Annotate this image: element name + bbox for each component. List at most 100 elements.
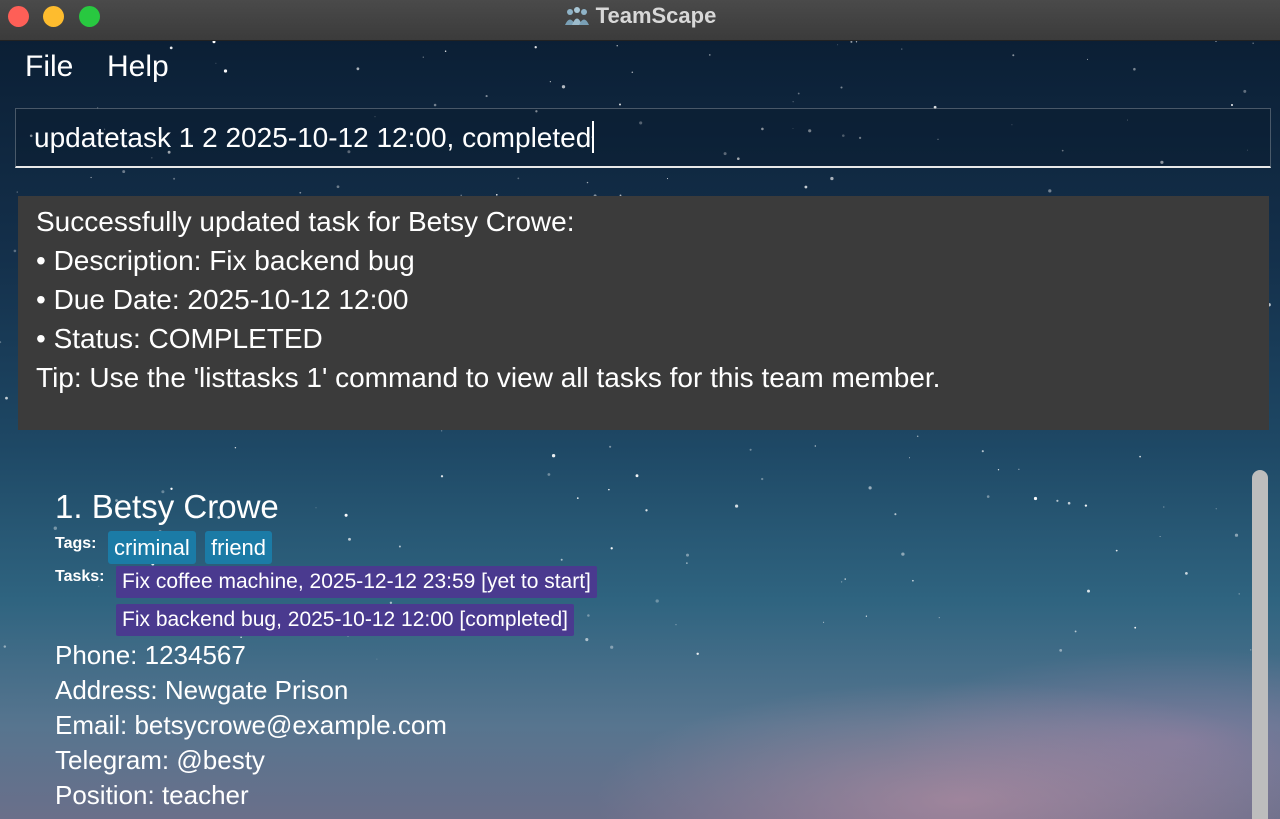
star xyxy=(315,507,317,509)
star xyxy=(1238,593,1240,595)
star xyxy=(344,513,348,517)
person-telegram: Telegram: @besty xyxy=(55,745,265,775)
star xyxy=(534,46,537,49)
star xyxy=(1074,630,1077,633)
star xyxy=(1185,572,1188,575)
star xyxy=(610,645,614,649)
star xyxy=(122,170,126,174)
menu-help[interactable]: Help xyxy=(107,50,169,84)
star xyxy=(422,56,424,58)
star xyxy=(1234,533,1239,537)
star xyxy=(53,526,57,530)
star xyxy=(586,181,589,184)
star xyxy=(1159,536,1161,537)
star xyxy=(169,46,173,50)
star xyxy=(909,457,910,459)
star xyxy=(631,71,634,74)
command-input[interactable]: updatetask 1 2 2025-10-12 12:00, complet… xyxy=(15,108,1271,168)
star xyxy=(441,430,443,432)
list-scrollbar[interactable] xyxy=(1252,470,1268,819)
star xyxy=(1059,649,1063,652)
star xyxy=(645,509,648,512)
star xyxy=(1243,89,1247,93)
tasks-label: Tasks: xyxy=(55,568,105,585)
star xyxy=(635,474,639,478)
star xyxy=(561,85,566,89)
person-name: 1. Betsy Crowe xyxy=(55,488,279,525)
star xyxy=(837,44,839,46)
result-line: • Due Date: 2025-10-12 12:00 xyxy=(36,284,409,315)
star xyxy=(356,67,360,71)
star xyxy=(1115,549,1118,552)
star xyxy=(1215,508,1217,510)
star xyxy=(376,658,378,660)
command-text-wrapper: updatetask 1 2 2025-10-12 12:00, complet… xyxy=(34,121,595,154)
star xyxy=(215,62,217,64)
star xyxy=(1033,496,1038,501)
star xyxy=(686,553,689,557)
star xyxy=(804,185,808,189)
star xyxy=(655,599,659,603)
star xyxy=(1067,501,1071,505)
result-line: • Description: Fix backend bug xyxy=(36,245,415,276)
result-display[interactable]: Successfully updated task for Betsy Crow… xyxy=(18,196,1269,430)
star xyxy=(761,477,764,481)
star xyxy=(986,495,990,498)
star xyxy=(234,447,237,449)
star xyxy=(1012,54,1015,57)
star xyxy=(840,86,843,89)
result-line: Tip: Use the 'listtasks 1' command to vi… xyxy=(36,362,941,393)
star xyxy=(912,579,914,582)
star xyxy=(3,645,7,648)
window-title-container: TeamScape xyxy=(0,0,1280,32)
star xyxy=(547,473,551,476)
command-text: updatetask 1 2 2025-10-12 12:00, complet… xyxy=(34,122,592,153)
person-phone: Phone: 1234567 xyxy=(55,640,246,670)
star xyxy=(1134,626,1137,629)
star xyxy=(1139,455,1141,458)
tag-friend: friend xyxy=(205,531,273,564)
star xyxy=(609,445,612,448)
text-caret xyxy=(592,121,595,153)
star xyxy=(797,92,800,95)
star xyxy=(610,547,613,550)
menu-file[interactable]: File xyxy=(25,50,73,84)
star xyxy=(608,488,610,491)
star xyxy=(398,545,401,548)
result-line: Successfully updated task for Betsy Crow… xyxy=(36,206,575,237)
star xyxy=(868,486,872,490)
star xyxy=(1230,103,1234,107)
tag-criminal: criminal xyxy=(108,531,196,564)
star xyxy=(90,176,92,179)
person-address: Address: Newgate Prison xyxy=(55,675,349,705)
star xyxy=(223,69,228,73)
star xyxy=(299,191,302,194)
star xyxy=(13,249,17,253)
star xyxy=(348,537,351,541)
title-bar: TeamScape xyxy=(0,0,1280,41)
star xyxy=(997,469,1000,471)
people-icon xyxy=(564,7,589,25)
star xyxy=(855,41,858,43)
star xyxy=(444,50,447,53)
star xyxy=(708,54,711,56)
star xyxy=(5,396,8,400)
star xyxy=(1056,499,1059,502)
star xyxy=(585,638,589,642)
star xyxy=(1252,42,1254,44)
task-item: Fix backend bug, 2025-10-12 12:00 [compl… xyxy=(116,604,574,636)
person-position: Position: teacher xyxy=(55,780,249,810)
star xyxy=(576,497,579,499)
star xyxy=(814,445,816,447)
star xyxy=(1133,67,1136,71)
star xyxy=(916,435,919,438)
star xyxy=(587,614,590,617)
star xyxy=(440,475,444,478)
star xyxy=(735,504,739,508)
star xyxy=(16,191,18,193)
star xyxy=(517,177,520,180)
star xyxy=(865,615,868,617)
star xyxy=(792,101,794,103)
star xyxy=(844,578,846,580)
star xyxy=(433,103,437,107)
